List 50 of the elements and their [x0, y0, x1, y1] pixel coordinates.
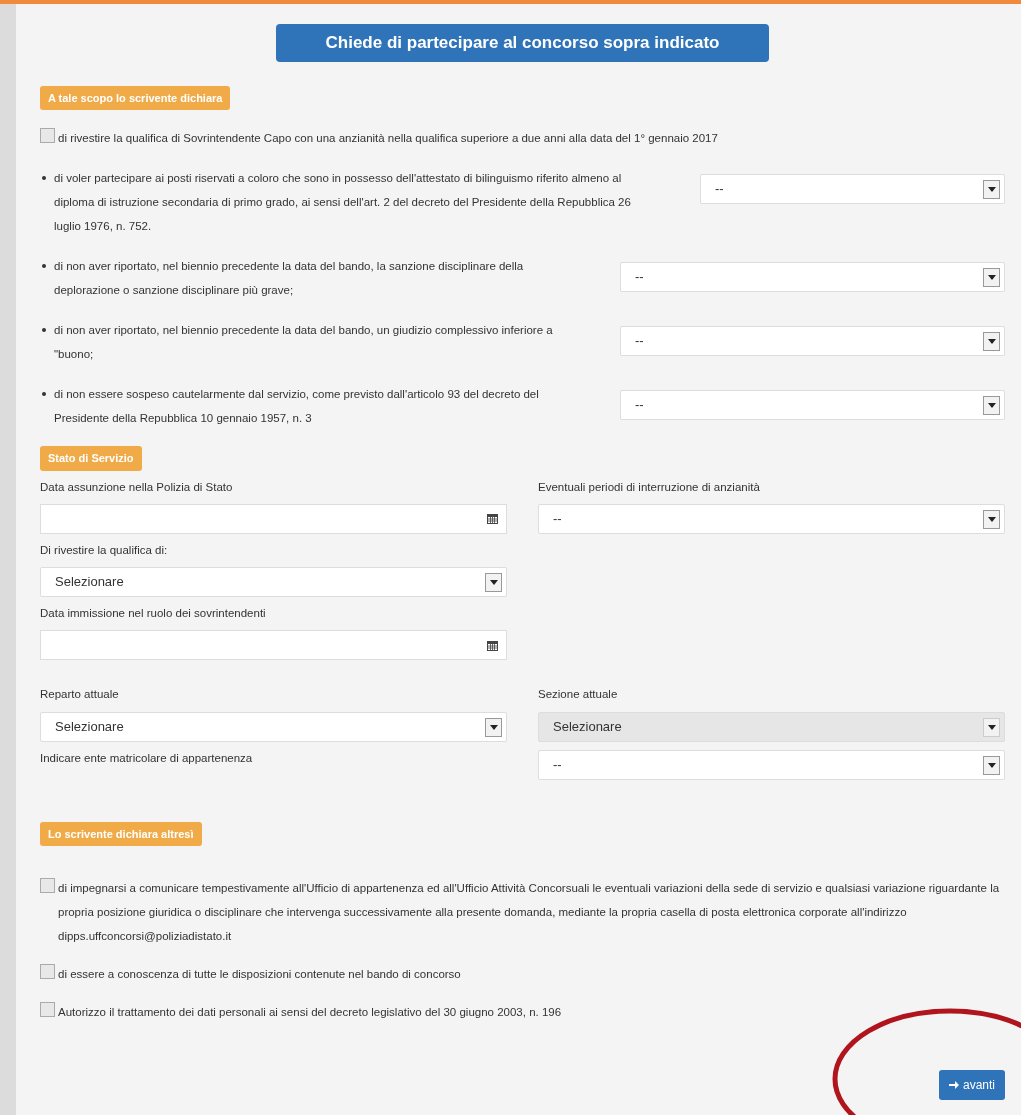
declaration-text: di non aver riportato, nel biennio precedente la data del bando, un giudizio complessivo inferiore a "buono;: [54, 323, 554, 362]
checkbox-label: di rivestire la qualifica di Sovrintendente Capo con una anzianità nella qualifica superiore a due anni alla data del 1° gennaio 2017: [58, 131, 718, 146]
field-label: Data assunzione nella Polizia di Stato: [40, 479, 234, 495]
date-field[interactable]: [40, 630, 507, 661]
calendar-icon: [487, 513, 498, 525]
date-field[interactable]: [40, 503, 507, 534]
caret-icon: [983, 180, 1000, 199]
bullet-icon: [42, 392, 46, 396]
title-banner: Chiede di partecipare al concorso sopra indicato: [276, 24, 769, 62]
caret-icon: [983, 509, 1000, 529]
caret-icon: [983, 717, 1000, 737]
select-field[interactable]: --: [538, 503, 1005, 534]
checkbox-label: Autorizzo il trattamento dei dati personali ai sensi del decreto legislativo del 30 giugno 2003, n. 196: [58, 1005, 562, 1020]
checkbox[interactable]: [40, 1002, 55, 1017]
caret-icon: [485, 573, 502, 592]
select-field[interactable]: --: [620, 262, 1005, 292]
declaration-text: di non essere sospeso cautelarmente dal servizio, come previsto dall'articolo 93 del decreto del Presidente della Repubblica 10 gennaio 1957, n. 3: [54, 387, 540, 426]
declaration-text: di non aver riportato, nel biennio precedente la data del bando, la sanzione disciplinare della deplorazione o sanzione disciplinare più grave;: [54, 259, 525, 298]
caret-icon: [983, 268, 1000, 287]
next-button[interactable]: avanti: [938, 1070, 1005, 1100]
bullet-icon: [42, 264, 46, 268]
checkbox-label: di essere a conoscenza di tutte le disposizioni contenute nel bando di concorso: [58, 967, 461, 982]
section-heading: Stato di Servizio: [40, 446, 142, 471]
checkbox[interactable]: [40, 964, 55, 979]
field-label: Sezione attuale: [538, 687, 619, 703]
field-label: Di rivestire la qualifica di:: [40, 542, 169, 558]
arrow-right-icon: [948, 1080, 959, 1090]
bullet-icon: [42, 176, 46, 180]
field-label: Indicare ente matricolare di appartenenza: [40, 751, 253, 764]
caret-icon: [983, 755, 1000, 775]
checkbox[interactable]: [40, 128, 55, 143]
field-label: Data immissione nel ruolo dei sovrintendenti: [40, 606, 267, 621]
checkbox-label: di impegnarsi a comunicare tempestivamente all'Ufficio di appartenenza ed all'Ufficio Attività Concorsuali le eventuali variazioni della sede di servizio e qualsiasi variazione riguardante la propria posizione giuridica o disciplinare che intervenga successivamente alla presente domanda, mediante la propria casella di posta elettronica corporate all'indirizzo dipps.uffconcorsi@poliziadistato.it: [58, 881, 1001, 944]
select-field[interactable]: --: [700, 174, 1005, 204]
checkbox[interactable]: [40, 878, 55, 893]
field-label: Eventuali periodi di interruzione di anzianità: [538, 479, 761, 495]
select-field[interactable]: Selezionare: [40, 567, 507, 597]
section-heading: A tale scopo lo scrivente dichiara: [40, 85, 231, 110]
bullet-icon: [42, 328, 46, 332]
field-label: Reparto attuale: [40, 687, 120, 703]
declaration-text: di voler partecipare ai posti riservati a coloro che sono in possesso dell'attestato di bilinguismo riferito almeno al diploma di istruzione secondaria di primo grado, ai sensi dell'art. 2 del decreto del Presidente della Repubblica 26 luglio 1976, n. 752.: [54, 171, 632, 234]
select-field[interactable]: Selezionare: [40, 711, 507, 742]
select-field[interactable]: --: [538, 749, 1005, 780]
select-field[interactable]: --: [620, 326, 1005, 356]
caret-icon: [983, 332, 1000, 351]
section-heading: Lo scrivente dichiara altresì: [40, 821, 202, 846]
caret-icon: [485, 717, 502, 737]
caret-icon: [983, 396, 1000, 415]
select-field[interactable]: --: [620, 390, 1005, 420]
calendar-icon: [487, 639, 498, 651]
